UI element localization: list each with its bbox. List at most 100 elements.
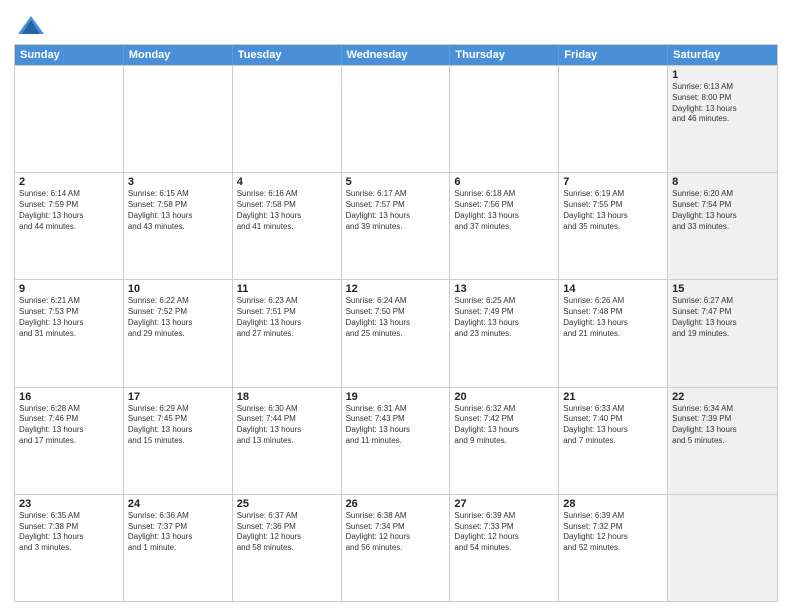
page: SundayMondayTuesdayWednesdayThursdayFrid…: [0, 0, 792, 612]
calendar-cell: 11Sunrise: 6:23 AM Sunset: 7:51 PM Dayli…: [233, 280, 342, 386]
calendar-cell: 19Sunrise: 6:31 AM Sunset: 7:43 PM Dayli…: [342, 388, 451, 494]
day-info: Sunrise: 6:38 AM Sunset: 7:34 PM Dayligh…: [346, 511, 446, 554]
day-info: Sunrise: 6:39 AM Sunset: 7:33 PM Dayligh…: [454, 511, 554, 554]
calendar-cell: 3Sunrise: 6:15 AM Sunset: 7:58 PM Daylig…: [124, 173, 233, 279]
day-number: 20: [454, 391, 554, 403]
day-number: 27: [454, 498, 554, 510]
calendar-cell: [342, 66, 451, 172]
day-number: 2: [19, 176, 119, 188]
day-number: 28: [563, 498, 663, 510]
day-number: 13: [454, 283, 554, 295]
day-number: 19: [346, 391, 446, 403]
day-number: 25: [237, 498, 337, 510]
calendar-cell: 6Sunrise: 6:18 AM Sunset: 7:56 PM Daylig…: [450, 173, 559, 279]
day-number: 12: [346, 283, 446, 295]
day-info: Sunrise: 6:37 AM Sunset: 7:36 PM Dayligh…: [237, 511, 337, 554]
calendar-cell: [233, 66, 342, 172]
day-number: 15: [672, 283, 773, 295]
day-info: Sunrise: 6:20 AM Sunset: 7:54 PM Dayligh…: [672, 189, 773, 232]
day-number: 3: [128, 176, 228, 188]
day-number: 22: [672, 391, 773, 403]
calendar-cell: 15Sunrise: 6:27 AM Sunset: 7:47 PM Dayli…: [668, 280, 777, 386]
calendar-row: 9Sunrise: 6:21 AM Sunset: 7:53 PM Daylig…: [15, 279, 777, 386]
day-number: 8: [672, 176, 773, 188]
day-info: Sunrise: 6:16 AM Sunset: 7:58 PM Dayligh…: [237, 189, 337, 232]
calendar-row: 2Sunrise: 6:14 AM Sunset: 7:59 PM Daylig…: [15, 172, 777, 279]
day-info: Sunrise: 6:26 AM Sunset: 7:48 PM Dayligh…: [563, 296, 663, 339]
calendar-cell: 1Sunrise: 6:13 AM Sunset: 8:00 PM Daylig…: [668, 66, 777, 172]
day-info: Sunrise: 6:17 AM Sunset: 7:57 PM Dayligh…: [346, 189, 446, 232]
day-info: Sunrise: 6:22 AM Sunset: 7:52 PM Dayligh…: [128, 296, 228, 339]
day-number: 9: [19, 283, 119, 295]
day-number: 11: [237, 283, 337, 295]
calendar-header: SundayMondayTuesdayWednesdayThursdayFrid…: [15, 45, 777, 65]
logo: [14, 14, 46, 38]
calendar-cell: [668, 495, 777, 601]
calendar-cell: [450, 66, 559, 172]
calendar-cell: 5Sunrise: 6:17 AM Sunset: 7:57 PM Daylig…: [342, 173, 451, 279]
day-number: 10: [128, 283, 228, 295]
weekday-header: Monday: [124, 45, 233, 65]
calendar-cell: 8Sunrise: 6:20 AM Sunset: 7:54 PM Daylig…: [668, 173, 777, 279]
calendar-cell: [559, 66, 668, 172]
calendar-row: 16Sunrise: 6:28 AM Sunset: 7:46 PM Dayli…: [15, 387, 777, 494]
calendar-cell: 20Sunrise: 6:32 AM Sunset: 7:42 PM Dayli…: [450, 388, 559, 494]
calendar-cell: [15, 66, 124, 172]
day-info: Sunrise: 6:23 AM Sunset: 7:51 PM Dayligh…: [237, 296, 337, 339]
weekday-header: Wednesday: [342, 45, 451, 65]
logo-icon: [16, 14, 46, 38]
day-number: 16: [19, 391, 119, 403]
day-info: Sunrise: 6:24 AM Sunset: 7:50 PM Dayligh…: [346, 296, 446, 339]
day-number: 23: [19, 498, 119, 510]
calendar-cell: 23Sunrise: 6:35 AM Sunset: 7:38 PM Dayli…: [15, 495, 124, 601]
day-info: Sunrise: 6:18 AM Sunset: 7:56 PM Dayligh…: [454, 189, 554, 232]
calendar-cell: 27Sunrise: 6:39 AM Sunset: 7:33 PM Dayli…: [450, 495, 559, 601]
calendar-cell: 18Sunrise: 6:30 AM Sunset: 7:44 PM Dayli…: [233, 388, 342, 494]
calendar-cell: 10Sunrise: 6:22 AM Sunset: 7:52 PM Dayli…: [124, 280, 233, 386]
day-info: Sunrise: 6:25 AM Sunset: 7:49 PM Dayligh…: [454, 296, 554, 339]
calendar-body: 1Sunrise: 6:13 AM Sunset: 8:00 PM Daylig…: [15, 65, 777, 601]
day-info: Sunrise: 6:28 AM Sunset: 7:46 PM Dayligh…: [19, 404, 119, 447]
day-number: 26: [346, 498, 446, 510]
day-info: Sunrise: 6:35 AM Sunset: 7:38 PM Dayligh…: [19, 511, 119, 554]
day-info: Sunrise: 6:27 AM Sunset: 7:47 PM Dayligh…: [672, 296, 773, 339]
calendar-cell: 12Sunrise: 6:24 AM Sunset: 7:50 PM Dayli…: [342, 280, 451, 386]
weekday-header: Sunday: [15, 45, 124, 65]
day-number: 6: [454, 176, 554, 188]
day-info: Sunrise: 6:30 AM Sunset: 7:44 PM Dayligh…: [237, 404, 337, 447]
weekday-header: Friday: [559, 45, 668, 65]
calendar-cell: 2Sunrise: 6:14 AM Sunset: 7:59 PM Daylig…: [15, 173, 124, 279]
day-number: 21: [563, 391, 663, 403]
day-number: 7: [563, 176, 663, 188]
weekday-header: Thursday: [450, 45, 559, 65]
calendar-cell: 14Sunrise: 6:26 AM Sunset: 7:48 PM Dayli…: [559, 280, 668, 386]
day-info: Sunrise: 6:34 AM Sunset: 7:39 PM Dayligh…: [672, 404, 773, 447]
day-info: Sunrise: 6:36 AM Sunset: 7:37 PM Dayligh…: [128, 511, 228, 554]
day-number: 5: [346, 176, 446, 188]
day-number: 4: [237, 176, 337, 188]
calendar-row: 23Sunrise: 6:35 AM Sunset: 7:38 PM Dayli…: [15, 494, 777, 601]
day-number: 24: [128, 498, 228, 510]
day-info: Sunrise: 6:32 AM Sunset: 7:42 PM Dayligh…: [454, 404, 554, 447]
day-info: Sunrise: 6:13 AM Sunset: 8:00 PM Dayligh…: [672, 82, 773, 125]
calendar: SundayMondayTuesdayWednesdayThursdayFrid…: [14, 44, 778, 602]
calendar-cell: 28Sunrise: 6:39 AM Sunset: 7:32 PM Dayli…: [559, 495, 668, 601]
weekday-header: Saturday: [668, 45, 777, 65]
day-info: Sunrise: 6:15 AM Sunset: 7:58 PM Dayligh…: [128, 189, 228, 232]
calendar-cell: 4Sunrise: 6:16 AM Sunset: 7:58 PM Daylig…: [233, 173, 342, 279]
calendar-cell: [124, 66, 233, 172]
calendar-cell: 16Sunrise: 6:28 AM Sunset: 7:46 PM Dayli…: [15, 388, 124, 494]
day-info: Sunrise: 6:29 AM Sunset: 7:45 PM Dayligh…: [128, 404, 228, 447]
day-number: 17: [128, 391, 228, 403]
calendar-cell: 13Sunrise: 6:25 AM Sunset: 7:49 PM Dayli…: [450, 280, 559, 386]
calendar-cell: 17Sunrise: 6:29 AM Sunset: 7:45 PM Dayli…: [124, 388, 233, 494]
day-info: Sunrise: 6:14 AM Sunset: 7:59 PM Dayligh…: [19, 189, 119, 232]
calendar-row: 1Sunrise: 6:13 AM Sunset: 8:00 PM Daylig…: [15, 65, 777, 172]
calendar-cell: 9Sunrise: 6:21 AM Sunset: 7:53 PM Daylig…: [15, 280, 124, 386]
calendar-cell: 26Sunrise: 6:38 AM Sunset: 7:34 PM Dayli…: [342, 495, 451, 601]
day-number: 14: [563, 283, 663, 295]
day-info: Sunrise: 6:33 AM Sunset: 7:40 PM Dayligh…: [563, 404, 663, 447]
day-number: 1: [672, 69, 773, 81]
calendar-cell: 21Sunrise: 6:33 AM Sunset: 7:40 PM Dayli…: [559, 388, 668, 494]
day-info: Sunrise: 6:39 AM Sunset: 7:32 PM Dayligh…: [563, 511, 663, 554]
